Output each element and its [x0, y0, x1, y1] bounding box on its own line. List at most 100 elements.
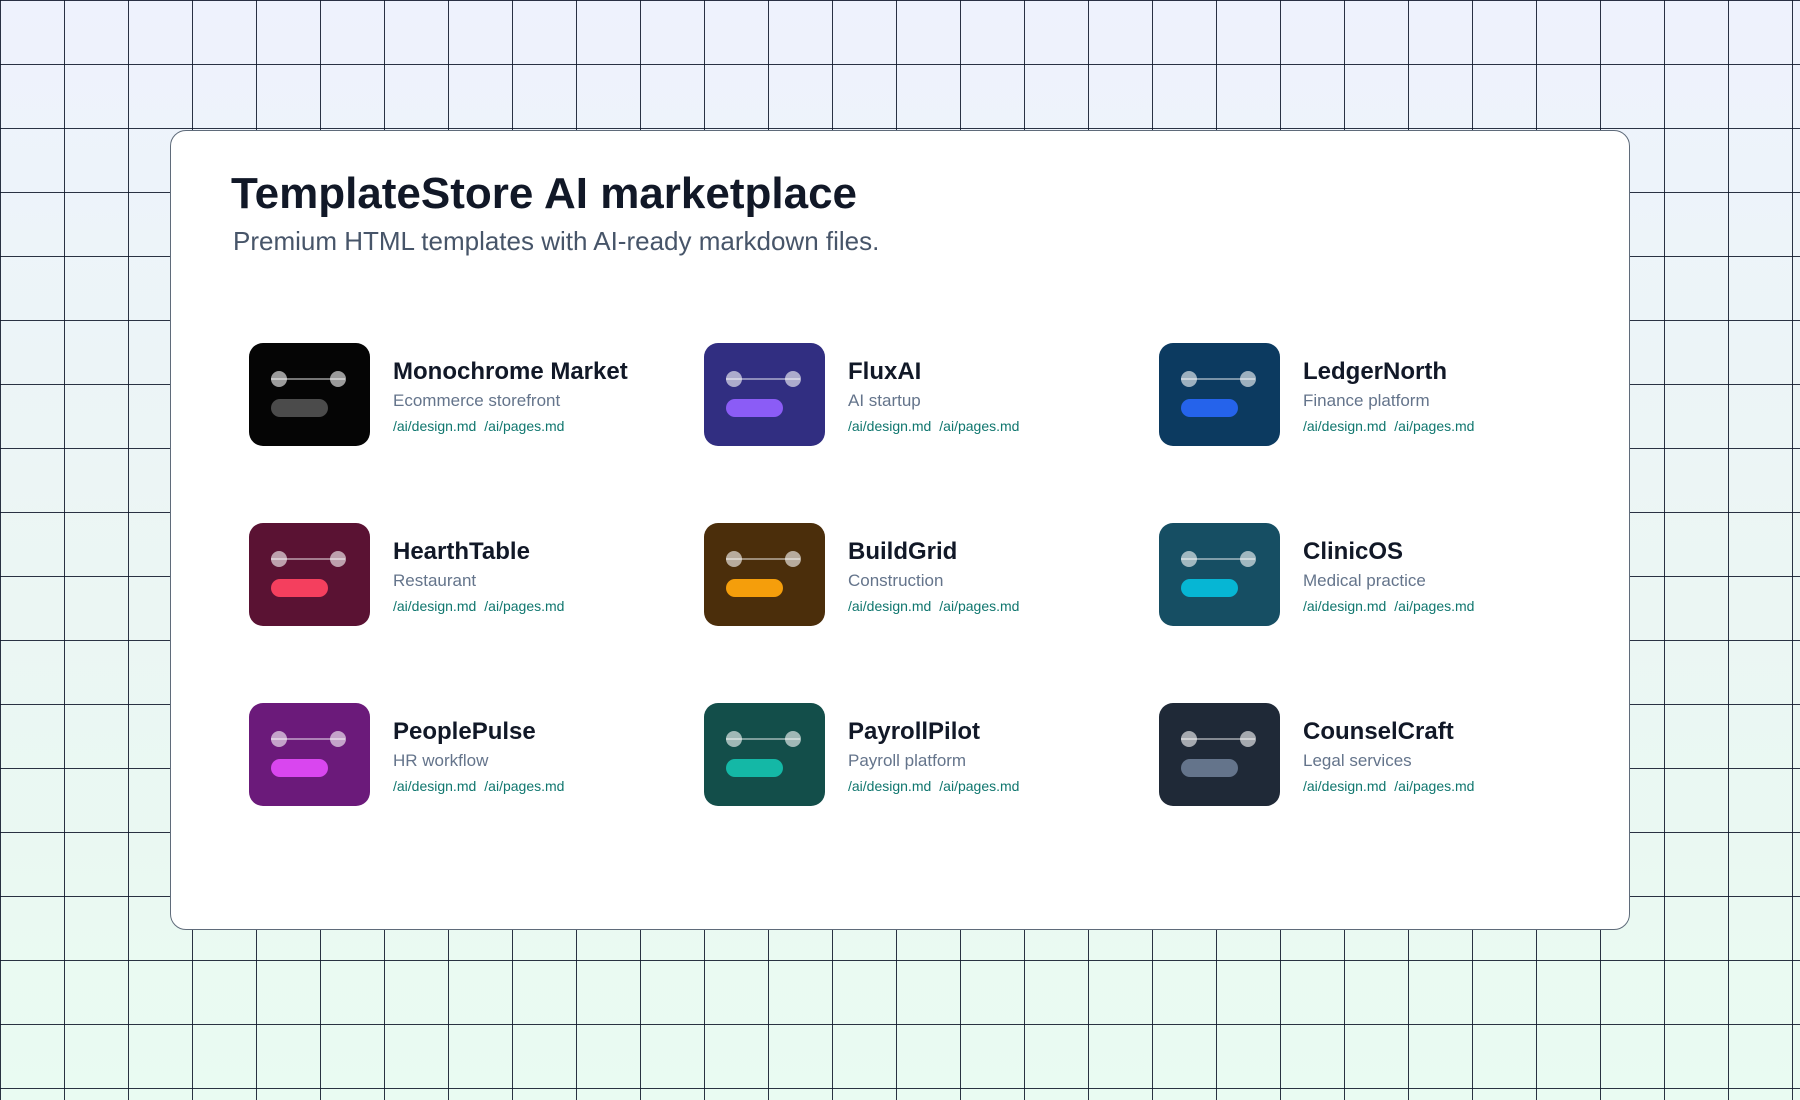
design-md-link[interactable]: /ai/design.md	[393, 778, 476, 794]
marketplace-panel: TemplateStore AI marketplace Premium HTM…	[170, 130, 1630, 930]
thumbnail-accent-pill	[726, 579, 783, 597]
template-thumbnail[interactable]	[1159, 343, 1280, 446]
thumbnail-knob-icon	[1181, 731, 1197, 747]
thumbnail-knob-icon	[785, 371, 801, 387]
template-category: Medical practice	[1303, 571, 1426, 590]
thumbnail-accent-pill	[726, 399, 783, 417]
template-info: BuildGrid Construction /ai/design.md/ai/…	[848, 537, 1148, 615]
template-info: ClinicOS Medical practice /ai/design.md /…	[1303, 537, 1603, 615]
template-card-payrollpilot[interactable]: PayrollPilot Payroll platform /ai/design…	[704, 703, 1124, 813]
thumbnail-accent-pill	[271, 399, 328, 417]
pages-md-link[interactable]: /ai/pages.md	[1394, 598, 1474, 614]
thumbnail-knob-icon	[1181, 371, 1197, 387]
template-info: HearthTable Restaurant /ai/design.md/ai/…	[393, 537, 693, 615]
template-thumbnail[interactable]	[249, 343, 370, 446]
template-card-fluxai[interactable]: FluxAI AI startup /ai/design.md/ai/pages…	[704, 343, 1124, 453]
design-md-link[interactable]: /ai/design.md	[1303, 778, 1386, 794]
thumbnail-accent-pill	[1181, 759, 1238, 777]
design-md-link[interactable]: /ai/design.md	[848, 778, 931, 794]
template-info: CounselCraft Legal services /ai/design.m…	[1303, 717, 1603, 795]
template-info: PayrollPilot Payroll platform /ai/design…	[848, 717, 1148, 795]
pages-md-link[interactable]: /ai/pages.md	[1394, 418, 1474, 434]
template-category: Restaurant	[393, 571, 477, 590]
pages-md-link[interactable]: /ai/pages.md	[939, 418, 1019, 434]
template-card-ledgernorth[interactable]: LedgerNorth Finance platform /ai/design.…	[1159, 343, 1579, 453]
template-category: HR workflow	[393, 751, 489, 770]
thumbnail-knob-icon	[726, 731, 742, 747]
template-files: /ai/design.md/ai/pages.md	[1303, 777, 1603, 795]
design-md-link[interactable]: /ai/design.md	[393, 598, 476, 614]
template-files: /ai/design.md/ai/pages.md	[393, 597, 693, 615]
template-files: /ai/design.md/ai/pages.md	[1303, 417, 1603, 435]
thumbnail-knob-icon	[271, 371, 287, 387]
template-card-counselcraft[interactable]: CounselCraft Legal services /ai/design.m…	[1159, 703, 1579, 813]
pages-md-link[interactable]: /ai/pages.md	[1394, 778, 1474, 794]
template-card-clinicos[interactable]: ClinicOS Medical practice /ai/design.md /…	[1159, 523, 1579, 633]
template-category: Payroll platform	[848, 751, 967, 770]
pages-md-link[interactable]: /ai/pages.md	[484, 778, 564, 794]
thumbnail-accent-pill	[271, 759, 328, 777]
template-thumbnail[interactable]	[249, 523, 370, 626]
template-name[interactable]: CounselCraft	[1303, 717, 1603, 747]
template-files: /ai/design.md/ai/pages.md	[848, 597, 1148, 615]
template-name[interactable]: LedgerNorth	[1303, 357, 1603, 387]
template-files: /ai/design.md/ai/pages.md	[1303, 597, 1603, 615]
template-category: Construction	[848, 571, 944, 590]
template-info: Monochrome Market Ecommerce storefront /…	[393, 357, 693, 435]
design-md-link[interactable]: /ai/design.md	[1303, 598, 1386, 614]
template-thumbnail[interactable]	[1159, 703, 1280, 806]
template-thumbnail[interactable]	[704, 523, 825, 626]
page-title: TemplateStore AI marketplace	[231, 169, 858, 218]
template-card-peoplepulse[interactable]: PeoplePulse HR workflow /ai/design.md/ai…	[249, 703, 669, 813]
thumbnail-accent-pill	[271, 579, 328, 597]
thumbnail-knob-icon	[271, 731, 287, 747]
template-files: /ai/design.md/ai/pages.md	[848, 417, 1148, 435]
thumbnail-knob-icon	[330, 371, 346, 387]
template-name[interactable]: PayrollPilot	[848, 717, 1148, 747]
template-name[interactable]: Monochrome Market	[393, 357, 693, 387]
thumbnail-knob-icon	[1181, 551, 1197, 567]
template-card-monochrome-market[interactable]: Monochrome Market Ecommerce storefront /…	[249, 343, 669, 453]
template-name[interactable]: FluxAI	[848, 357, 1148, 387]
thumbnail-knob-icon	[785, 731, 801, 747]
template-thumbnail[interactable]	[1159, 523, 1280, 626]
template-files: /ai/design.md/ai/pages.md	[393, 417, 693, 435]
template-name[interactable]: ClinicOS	[1303, 537, 1603, 567]
thumbnail-knob-icon	[1240, 731, 1256, 747]
template-thumbnail[interactable]	[704, 703, 825, 806]
pages-md-link[interactable]: /ai/pages.md	[484, 418, 564, 434]
design-md-link[interactable]: /ai/design.md	[848, 598, 931, 614]
template-info: LedgerNorth Finance platform /ai/design.…	[1303, 357, 1603, 435]
thumbnail-knob-icon	[1240, 551, 1256, 567]
template-files: /ai/design.md/ai/pages.md	[848, 777, 1148, 795]
template-category: Ecommerce storefront	[393, 391, 561, 410]
template-card-buildgrid[interactable]: BuildGrid Construction /ai/design.md/ai/…	[704, 523, 1124, 633]
template-name[interactable]: PeoplePulse	[393, 717, 693, 747]
template-category: AI startup	[848, 391, 921, 410]
pages-md-link[interactable]: /ai/pages.md	[939, 778, 1019, 794]
thumbnail-knob-icon	[785, 551, 801, 567]
thumbnail-knob-icon	[271, 551, 287, 567]
design-md-link[interactable]: /ai/design.md	[393, 418, 476, 434]
thumbnail-accent-pill	[1181, 579, 1238, 597]
template-category: Legal services	[1303, 751, 1412, 770]
template-thumbnail[interactable]	[249, 703, 370, 806]
page-subtitle: Premium HTML templates with AI-ready mar…	[233, 226, 880, 256]
pages-md-link[interactable]: /ai/pages.md	[484, 598, 564, 614]
template-files: /ai/design.md/ai/pages.md	[393, 777, 693, 795]
design-md-link[interactable]: /ai/design.md	[848, 418, 931, 434]
template-thumbnail[interactable]	[704, 343, 825, 446]
template-name[interactable]: HearthTable	[393, 537, 693, 567]
pages-md-link[interactable]: /ai/pages.md	[939, 598, 1019, 614]
thumbnail-accent-pill	[1181, 399, 1238, 417]
template-grid: Monochrome Market Ecommerce storefront /…	[249, 343, 1549, 823]
thumbnail-accent-pill	[726, 759, 783, 777]
design-md-link[interactable]: /ai/design.md	[1303, 418, 1386, 434]
thumbnail-knob-icon	[726, 551, 742, 567]
template-card-hearthtable[interactable]: HearthTable Restaurant /ai/design.md/ai/…	[249, 523, 669, 633]
thumbnail-knob-icon	[1240, 371, 1256, 387]
thumbnail-knob-icon	[330, 551, 346, 567]
template-name[interactable]: BuildGrid	[848, 537, 1148, 567]
template-category: Finance platform	[1303, 391, 1430, 410]
template-info: PeoplePulse HR workflow /ai/design.md/ai…	[393, 717, 693, 795]
